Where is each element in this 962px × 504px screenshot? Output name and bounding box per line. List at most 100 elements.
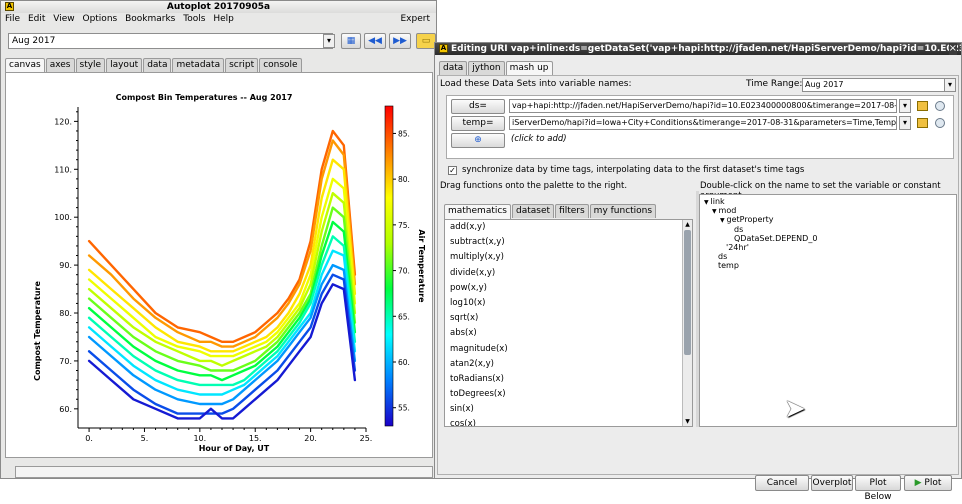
tree-node-label: mod bbox=[718, 206, 737, 216]
status-bar bbox=[15, 466, 433, 478]
browse-button[interactable]: ▦ bbox=[341, 33, 361, 49]
sync-checkbox[interactable]: ✓ bbox=[448, 166, 457, 175]
y-tick-label: 60. bbox=[59, 405, 72, 414]
function-item[interactable]: add(x,y) bbox=[445, 220, 682, 235]
tab-filters[interactable]: filters bbox=[555, 204, 589, 218]
address-bar[interactable]: Aug 2017 bbox=[8, 33, 333, 49]
tab-console[interactable]: console bbox=[259, 58, 302, 72]
tree-node[interactable]: '24hr' bbox=[700, 243, 956, 252]
open-editor-button[interactable]: ▭ bbox=[416, 33, 436, 49]
menu-help[interactable]: Help bbox=[213, 14, 234, 24]
tree-node[interactable]: ▼ getProperty bbox=[700, 215, 956, 224]
function-item[interactable]: magnitude(x) bbox=[445, 342, 682, 357]
time-range-select[interactable]: Aug 2017 bbox=[802, 78, 946, 92]
tree-node[interactable]: ▼ mod bbox=[700, 206, 956, 215]
time-range-dropdown-button[interactable]: ▾ bbox=[944, 78, 956, 92]
function-item[interactable]: cos(x) bbox=[445, 417, 682, 426]
tab-layout[interactable]: layout bbox=[106, 58, 143, 72]
autoplot-main-window: A Autoplot 20170905a File Edit View Opti… bbox=[0, 0, 437, 479]
next-interval-button[interactable]: ▶▶ bbox=[389, 33, 411, 49]
uri-dropdown-button-ds[interactable]: ▾ bbox=[899, 99, 911, 113]
tree-node[interactable]: ds bbox=[700, 225, 956, 234]
function-item[interactable]: multiply(x,y) bbox=[445, 250, 682, 265]
tab-metadata[interactable]: metadata bbox=[172, 58, 225, 72]
compost-chart[interactable]: Compost Bin Temperatures -- Aug 2017 Hou… bbox=[6, 73, 432, 457]
main-title-bar[interactable]: A Autoplot 20170905a bbox=[1, 1, 436, 13]
colorbar-tick-label: 70. bbox=[398, 267, 410, 276]
add-circle-icon: ⊕ bbox=[474, 135, 482, 145]
previous-interval-button[interactable]: ◀◀ bbox=[364, 33, 386, 49]
menu-edit[interactable]: Edit bbox=[28, 14, 45, 24]
browse-folder-icon[interactable] bbox=[917, 101, 928, 111]
function-list-scrollbar[interactable]: ▲ ▼ bbox=[682, 220, 692, 426]
function-list: add(x,y) subtract(x,y) multiply(x,y) divide… bbox=[445, 220, 682, 426]
tab-data-source[interactable]: data bbox=[439, 61, 468, 75]
tree-node[interactable]: temp bbox=[700, 261, 956, 270]
tree-node-label: '24hr' bbox=[726, 242, 749, 252]
function-item[interactable]: abs(x) bbox=[445, 326, 682, 341]
plot-button[interactable]: ▶ Plot bbox=[904, 475, 952, 491]
tab-data[interactable]: data bbox=[143, 58, 172, 72]
scrollbar-thumb[interactable] bbox=[684, 230, 691, 355]
function-item[interactable]: toDegrees(x) bbox=[445, 387, 682, 402]
plot-below-button[interactable]: Plot Below bbox=[855, 475, 901, 502]
colorbar-tick-label: 65. bbox=[398, 312, 410, 321]
menu-view[interactable]: View bbox=[53, 14, 74, 24]
plot-button-label: Plot bbox=[924, 478, 942, 488]
tree-node[interactable]: QDataSet.DEPEND_0 bbox=[700, 234, 956, 243]
inspect-icon[interactable] bbox=[935, 118, 945, 128]
mouse-cursor-icon: ➤ bbox=[784, 394, 806, 424]
x-tick-label: 15. bbox=[249, 434, 262, 443]
dataset-uri-field-ds[interactable]: vap+hapi:http://jfaden.net/HapiServerDem… bbox=[509, 99, 897, 113]
menu-options[interactable]: Options bbox=[82, 14, 117, 24]
function-item[interactable]: toRadians(x) bbox=[445, 372, 682, 387]
overplot-button[interactable]: Overplot bbox=[811, 475, 853, 491]
tab-mathematics[interactable]: mathematics bbox=[444, 204, 512, 219]
tab-canvas[interactable]: canvas bbox=[5, 58, 45, 73]
dataset-uri-field-temp[interactable]: iServerDemo/hapi?id=Iowa+City+Conditions… bbox=[509, 116, 897, 130]
function-item[interactable]: sin(x) bbox=[445, 402, 682, 417]
tab-dataset-functions[interactable]: dataset bbox=[512, 204, 555, 218]
function-item[interactable]: pow(x,y) bbox=[445, 281, 682, 296]
tab-axes[interactable]: axes bbox=[45, 58, 75, 72]
function-item[interactable]: sqrt(x) bbox=[445, 311, 682, 326]
uri-dropdown-button-temp[interactable]: ▾ bbox=[899, 116, 911, 130]
drag-functions-label: Drag functions onto the palette to the r… bbox=[440, 181, 628, 191]
tab-script[interactable]: script bbox=[225, 58, 259, 72]
tree-node[interactable]: ds bbox=[700, 252, 956, 261]
x-tick-label: 20. bbox=[304, 434, 317, 443]
click-to-add-label[interactable]: (click to add) bbox=[511, 134, 567, 144]
function-item[interactable]: log10(x) bbox=[445, 296, 682, 311]
function-item[interactable]: divide(x,y) bbox=[445, 266, 682, 281]
browse-folder-icon[interactable] bbox=[917, 118, 928, 128]
canvas-panel[interactable]: Compost Bin Temperatures -- Aug 2017 Hou… bbox=[5, 72, 433, 458]
scroll-down-arrow-icon[interactable]: ▼ bbox=[683, 417, 692, 426]
tab-jython[interactable]: jython bbox=[468, 61, 505, 75]
uri-editor-window: A Editing URI vap+inline:ds=getDataSet('… bbox=[434, 42, 962, 502]
editor-logo-icon: A bbox=[439, 44, 448, 53]
close-icon[interactable]: × bbox=[948, 43, 957, 55]
function-item[interactable]: atan2(x,y) bbox=[445, 357, 682, 372]
tab-style[interactable]: style bbox=[75, 58, 106, 72]
editor-title-bar[interactable]: A Editing URI vap+inline:ds=getDataSet('… bbox=[435, 43, 961, 55]
tab-my-functions[interactable]: my functions bbox=[589, 204, 657, 218]
cancel-button[interactable]: Cancel bbox=[755, 475, 809, 491]
address-dropdown-button[interactable]: ▾ bbox=[323, 34, 335, 48]
colorbar-tick-label: 55. bbox=[398, 404, 410, 413]
add-dataset-button[interactable]: ⊕ bbox=[451, 133, 505, 148]
menu-tools[interactable]: Tools bbox=[183, 14, 205, 24]
expert-menu[interactable]: Expert bbox=[401, 13, 431, 25]
function-item[interactable]: subtract(x,y) bbox=[445, 235, 682, 250]
inspect-icon[interactable] bbox=[935, 101, 945, 111]
menu-file[interactable]: File bbox=[5, 14, 20, 24]
tab-mash-up[interactable]: mash up bbox=[505, 61, 553, 76]
menu-bookmarks[interactable]: Bookmarks bbox=[125, 14, 175, 24]
scroll-up-arrow-icon[interactable]: ▲ bbox=[683, 220, 692, 229]
variable-name-button-ds[interactable]: ds= bbox=[451, 99, 505, 114]
tree-node[interactable]: ▼ link bbox=[700, 197, 956, 206]
variable-name-button-temp[interactable]: temp= bbox=[451, 116, 505, 131]
main-tabs: canvas axes style layout data metadata s… bbox=[5, 58, 303, 73]
y-tick-label: 70. bbox=[59, 357, 72, 366]
expression-tree-palette[interactable]: ▼ link ▼ mod ▼ getProperty ds QDataSet.DEPEN… bbox=[699, 194, 957, 427]
y-tick-label: 120. bbox=[54, 117, 72, 126]
